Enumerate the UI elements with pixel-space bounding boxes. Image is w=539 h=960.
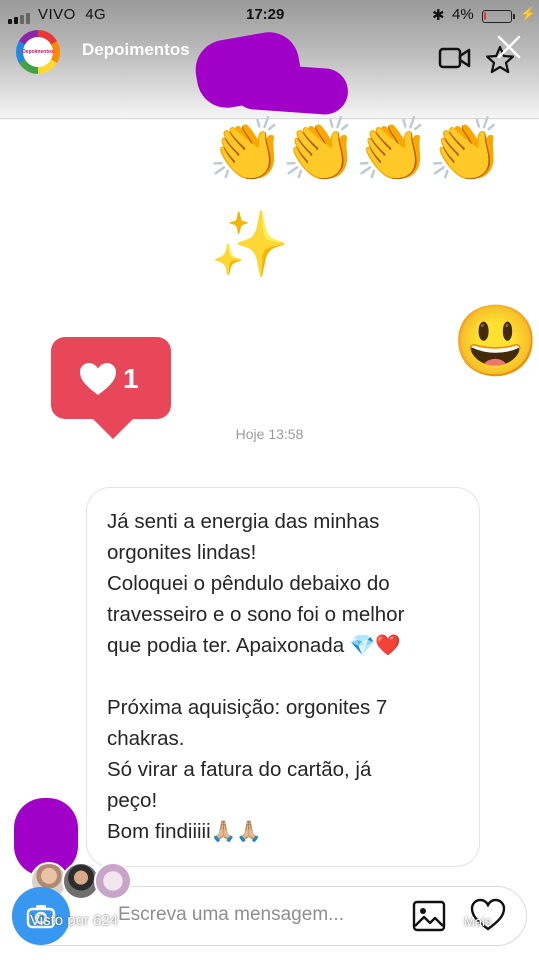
viewer-avatar (94, 862, 132, 900)
seen-by-label[interactable]: Visto por 624 (30, 912, 118, 929)
message-line: chakras. (107, 727, 185, 750)
battery-percent: 4% (452, 6, 474, 23)
bluetooth-icon: ✱ (432, 7, 445, 24)
message-bubble[interactable]: Já senti a energia das minhas orgonites … (86, 487, 480, 867)
message-input[interactable]: Escreva uma mensagem... (118, 904, 344, 926)
message-line: que podia ter. Apaixonada 💎❤️ (107, 634, 401, 657)
message-line: peço! (107, 789, 158, 812)
battery-icon (482, 10, 512, 23)
avatar-logo-text: Depoimentos (22, 37, 54, 67)
message-line: Só virar a fatura do cartão, já (107, 758, 372, 781)
video-camera-icon[interactable] (438, 44, 472, 72)
like-count: 1 (123, 363, 139, 394)
gallery-icon[interactable] (412, 900, 446, 932)
message-line: orgonites lindas! (107, 541, 257, 564)
account-avatar[interactable]: Depoimentos (16, 30, 60, 74)
message-line: Bom findiiiii🙏🏼🙏🏼 (107, 820, 262, 843)
status-bar: VIVO 4G 17:29 ✱ 4% ⚡ (0, 4, 539, 28)
heart-icon (80, 363, 116, 395)
message-line (107, 661, 459, 692)
message-line: Já senti a energia das minhas (107, 510, 380, 533)
message-line: travesseiro e o sono foi o melhor (107, 603, 405, 626)
message-line: Próxima aquisição: orgonites 7 (107, 696, 388, 719)
smiley-emoji: 😃 (452, 302, 539, 380)
message-timestamp: Hoje 13:58 (235, 426, 304, 442)
redaction-scribble (230, 62, 350, 116)
carrier-label: VIVO 4G (38, 6, 107, 23)
clapping-hands-emoji-row: 👏👏👏👏 (208, 116, 505, 185)
account-name[interactable]: Depoimentos (82, 40, 190, 60)
charging-bolt-icon: ⚡ (520, 6, 537, 21)
close-icon[interactable] (496, 34, 522, 60)
battery-level (484, 12, 486, 20)
status-time: 17:29 (246, 6, 285, 23)
more-label[interactable]: Mais (464, 914, 491, 929)
like-notification-badge: 1 (51, 337, 171, 439)
more-dots-icon[interactable]: ••• (470, 872, 494, 895)
message-line: Coloquei o pêndulo debaixo do (107, 572, 390, 595)
sparkles-emoji: ✨ (210, 208, 290, 280)
signal-strength-icon (8, 13, 30, 24)
battery-tip (513, 14, 515, 19)
